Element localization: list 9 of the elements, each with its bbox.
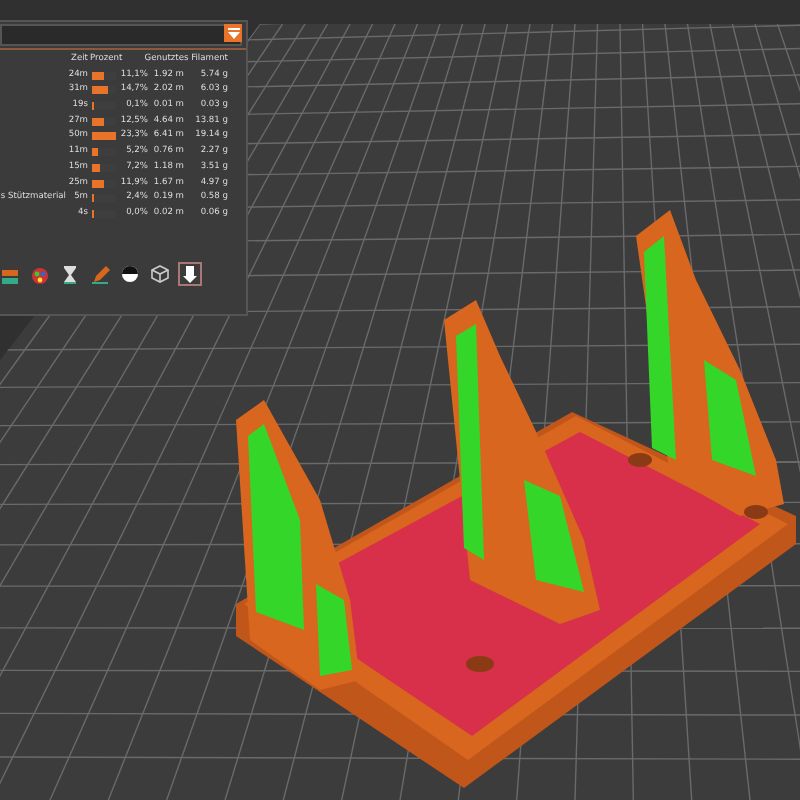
palette-icon[interactable] [30,263,50,284]
dropdown-button[interactable] [224,24,242,42]
contrast-icon[interactable] [120,263,140,284]
caret-icon [227,27,239,39]
cube-icon[interactable] [150,263,170,284]
pencil-icon[interactable] [90,263,110,284]
hourglass-icon[interactable] [60,263,80,284]
view-type-dropdown[interactable] [0,24,242,46]
download-icon[interactable] [180,263,200,284]
